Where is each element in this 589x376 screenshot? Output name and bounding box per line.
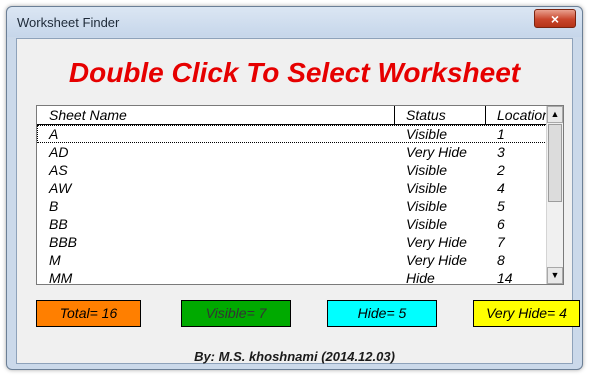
status-cell: Hide <box>406 270 435 285</box>
status-cell: Visible <box>406 180 447 196</box>
location-cell: 8 <box>497 252 505 268</box>
list-row[interactable]: AW Visible 4 <box>37 179 547 197</box>
scroll-up-button[interactable]: ▲ <box>547 106 563 123</box>
list-row[interactable]: BBB Very Hide 7 <box>37 233 547 251</box>
column-header-sheet-name: Sheet Name <box>49 107 127 123</box>
list-row[interactable]: MM Hide 14 <box>37 269 547 285</box>
location-cell: 5 <box>497 198 505 214</box>
arrow-up-icon: ▲ <box>550 109 560 119</box>
sheet-name-cell: B <box>49 198 59 214</box>
visible-count-label: Visible= 7 <box>181 300 291 327</box>
window-title: Worksheet Finder <box>17 15 120 30</box>
list-row[interactable]: B Visible 5 <box>37 197 547 215</box>
close-button[interactable]: × <box>534 9 576 28</box>
location-cell: 7 <box>497 234 505 250</box>
column-divider <box>485 106 486 124</box>
status-cell: Very Hide <box>406 144 467 160</box>
worksheet-finder-window: Worksheet Finder × Double Click To Selec… <box>6 6 583 370</box>
location-cell: 2 <box>497 162 505 178</box>
sheet-name-cell: AS <box>49 162 68 178</box>
close-icon: × <box>550 11 560 27</box>
sheet-name-cell: AW <box>49 180 72 196</box>
scroll-down-button[interactable]: ▼ <box>547 267 563 284</box>
arrow-down-icon: ▼ <box>550 270 560 280</box>
sheet-name-cell: A <box>49 126 59 142</box>
column-header-status: Status <box>406 107 446 123</box>
very-hide-count-label: Very Hide= 4 <box>473 300 580 327</box>
list-row[interactable]: M Very Hide 8 <box>37 251 547 269</box>
title-bar[interactable]: Worksheet Finder × <box>7 7 582 37</box>
total-count-label: Total= 16 <box>36 300 141 327</box>
author-credit: By: M.S. khoshnami (2014.12.03) <box>194 349 395 364</box>
list-row[interactable]: BB Visible 6 <box>37 215 547 233</box>
form-client-area: Double Click To Select Worksheet Sheet N… <box>16 38 580 364</box>
column-divider <box>394 106 395 124</box>
scroll-thumb[interactable] <box>548 124 562 202</box>
hide-count-label: Hide= 5 <box>327 300 437 327</box>
list-row[interactable]: AD Very Hide 3 <box>37 143 547 161</box>
sheet-name-cell: MM <box>49 270 73 285</box>
location-cell: 4 <box>497 180 505 196</box>
location-cell: 14 <box>497 270 513 285</box>
sheet-name-cell: BBB <box>49 234 78 250</box>
sheet-name-cell: BB <box>49 216 68 232</box>
column-header-location: Location <box>497 107 550 123</box>
status-cell: Visible <box>406 216 447 232</box>
status-cell: Very Hide <box>406 252 467 268</box>
location-cell: 6 <box>497 216 505 232</box>
status-cell: Visible <box>406 162 447 178</box>
location-cell: 3 <box>497 144 505 160</box>
worksheet-listbox[interactable]: Sheet Name Status Location A Visible 1 AD Ve… <box>36 105 564 285</box>
form-heading: Double Click To Select Worksheet <box>68 57 521 88</box>
list-row[interactable]: A Visible 1 <box>37 125 547 143</box>
sheet-name-cell: AD <box>49 144 69 160</box>
status-cell: Visible <box>406 198 447 214</box>
list-row[interactable]: AS Visible 2 <box>37 161 547 179</box>
location-cell: 1 <box>497 126 505 142</box>
list-scrollbar[interactable]: ▲ ▼ <box>546 106 563 284</box>
status-cell: Very Hide <box>406 234 467 250</box>
sheet-name-cell: M <box>49 252 61 268</box>
list-header: Sheet Name Status Location <box>37 106 550 125</box>
status-cell: Visible <box>406 126 447 142</box>
